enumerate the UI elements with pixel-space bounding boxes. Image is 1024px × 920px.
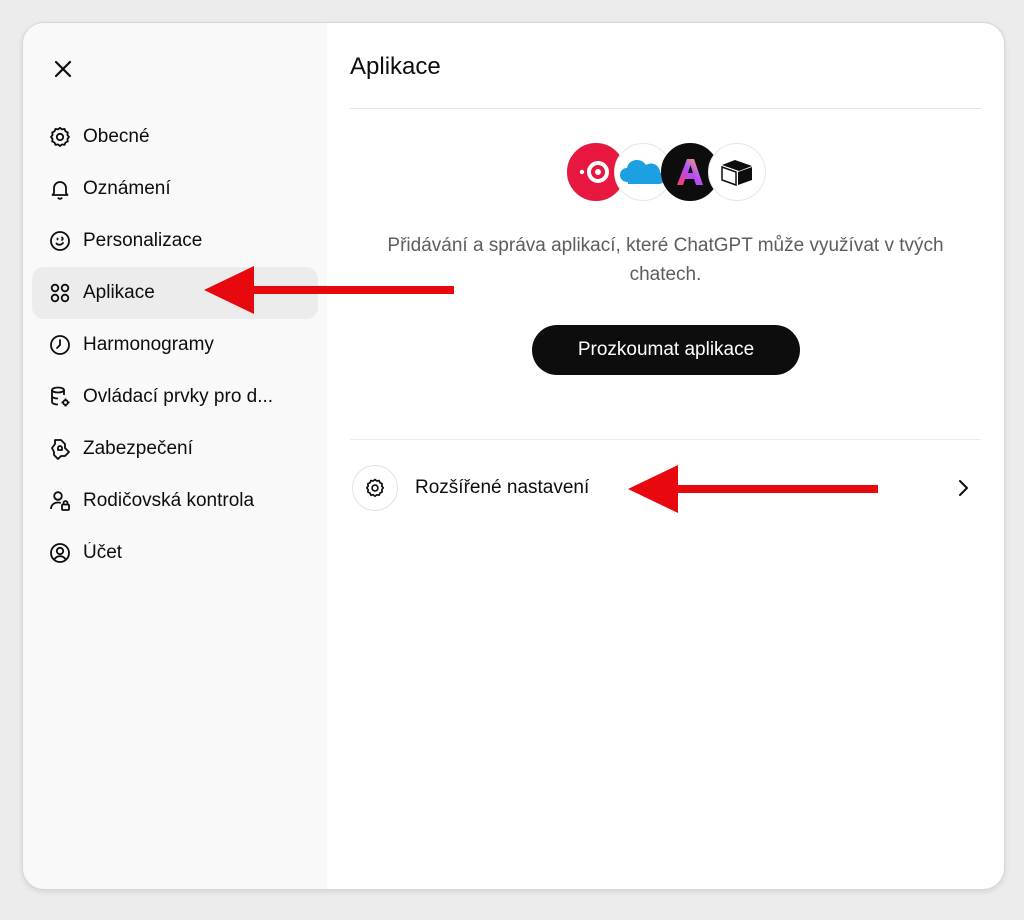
sidebar-item-label: Účet [83, 542, 123, 563]
close-icon [54, 60, 72, 78]
explore-apps-button[interactable]: Prozkoumat aplikace [532, 325, 800, 375]
personalization-icon [47, 228, 73, 254]
user-circle-icon [47, 540, 73, 566]
sidebar-item-security[interactable]: Zabezpečení [32, 423, 318, 475]
chevron-right-icon [959, 480, 968, 496]
sidebar-item-account[interactable]: Účet [32, 527, 318, 579]
sidebar-item-label: Zabezpečení [83, 438, 193, 459]
bell-icon [47, 176, 73, 202]
gear-icon [47, 124, 73, 150]
settings-sidebar: Obecné Oznámení Personalizace Aplikace H… [23, 23, 327, 889]
sidebar-item-data-controls[interactable]: Ovládací prvky pro d... [32, 371, 318, 423]
page-title: Aplikace [350, 53, 441, 80]
app-logos [567, 143, 767, 203]
sidebar-item-label: Ovládací prvky pro d... [83, 386, 274, 407]
close-button[interactable] [49, 55, 77, 83]
annotation-arrow-apps [204, 266, 454, 314]
sidebar-item-parental-controls[interactable]: Rodičovská kontrola [32, 475, 318, 527]
section-divider [350, 439, 981, 440]
sidebar-item-label: Aplikace [83, 282, 155, 303]
database-gear-icon [47, 384, 73, 410]
annotation-arrow-advanced [628, 465, 878, 513]
settings-nav: Obecné Oznámení Personalizace Aplikace H… [32, 111, 318, 579]
sidebar-item-label: Harmonogramy [83, 334, 214, 355]
sidebar-item-general[interactable]: Obecné [32, 111, 318, 163]
sidebar-item-label: Rodičovská kontrola [83, 490, 255, 511]
gear-icon [352, 465, 398, 511]
sidebar-item-schedules[interactable]: Harmonogramy [32, 319, 318, 371]
settings-dialog: Obecné Oznámení Personalizace Aplikace H… [22, 22, 1005, 890]
sidebar-item-label: Oznámení [83, 178, 171, 199]
sidebar-item-label: Personalizace [83, 230, 203, 251]
parent-lock-icon [47, 488, 73, 514]
sidebar-item-label: Obecné [83, 126, 150, 147]
header-divider [350, 108, 981, 109]
sidebar-item-notifications[interactable]: Oznámení [32, 163, 318, 215]
apps-grid-icon [47, 280, 73, 306]
box-logo [708, 143, 766, 201]
clock-icon [47, 332, 73, 358]
advanced-settings-label: Rozšířené nastavení [415, 477, 590, 498]
apps-panel: Aplikace Přidávání a správa aplikací, kt… [327, 23, 1004, 889]
shield-lock-icon [47, 436, 73, 462]
sidebar-item-personalization[interactable]: Personalizace [32, 215, 318, 267]
